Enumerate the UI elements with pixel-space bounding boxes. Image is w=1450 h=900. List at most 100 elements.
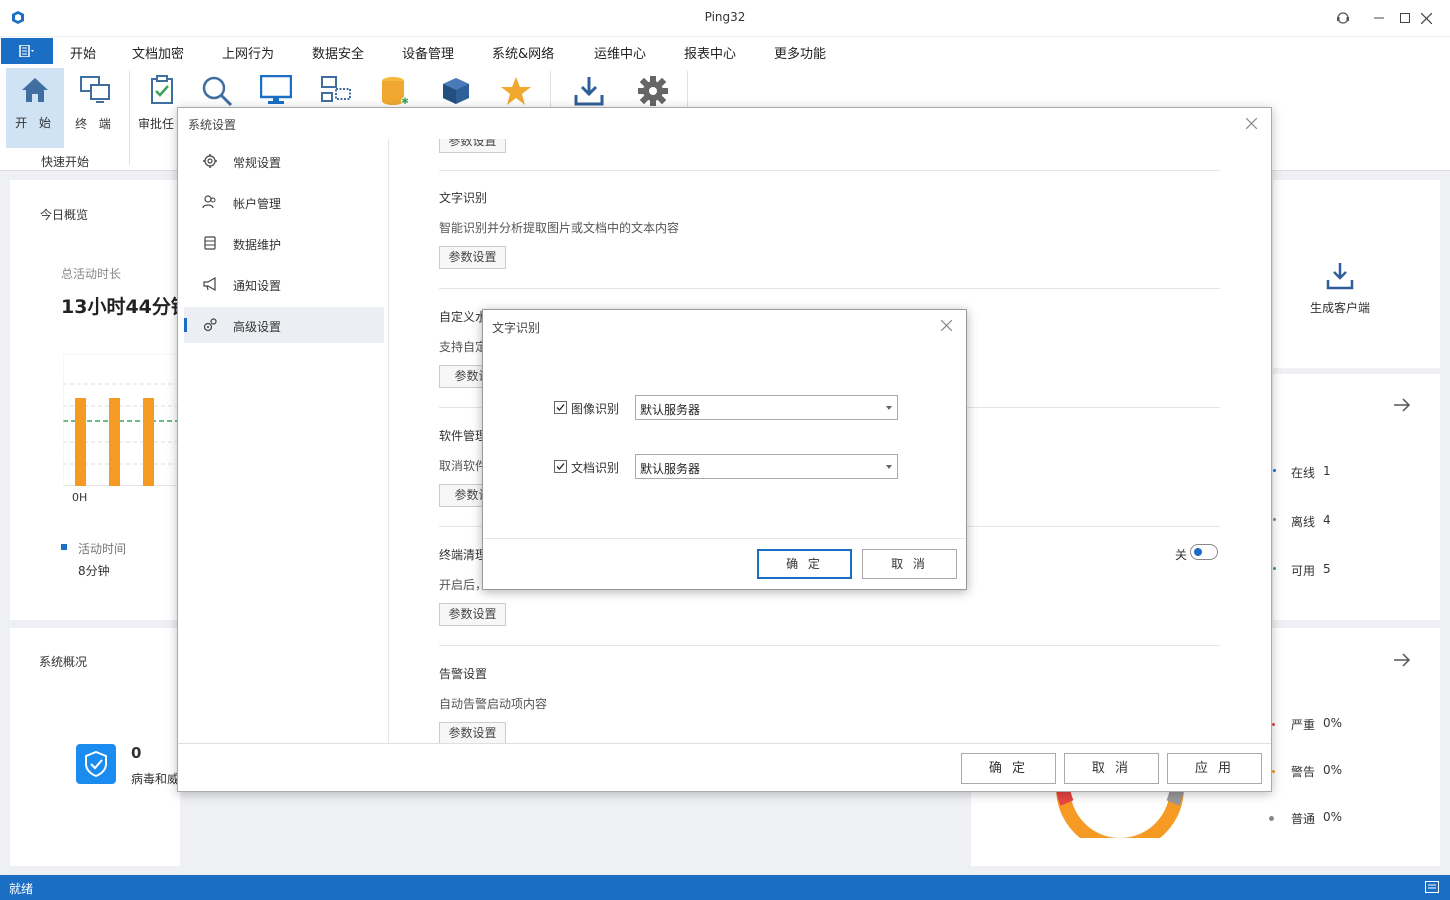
custom-watermark-title: 自定义水 — [439, 310, 488, 324]
offline-label: 离线 — [1291, 515, 1316, 529]
support-icon[interactable] — [1333, 8, 1353, 28]
ok-button[interactable]: 确 定 — [961, 753, 1056, 784]
legend-active-label: 活动时间 — [78, 542, 127, 556]
close-button[interactable] — [1416, 8, 1436, 28]
svg-text:✱: ✱ — [401, 97, 409, 107]
sidebar-item-advanced[interactable]: 高级设置 — [184, 307, 384, 343]
maximize-button[interactable] — [1395, 8, 1415, 28]
param-settings-button[interactable]: 参数设置 — [439, 139, 506, 153]
cleanup-toggle-label: 关 — [1175, 548, 1188, 562]
ocr-dialog-divider — [483, 538, 966, 539]
sidebar-item-label: 数据维护 — [233, 238, 282, 252]
menu-more[interactable]: 更多功能 — [774, 43, 826, 62]
total-active-value: 13小时44分钟 — [61, 296, 180, 318]
cube-icon — [443, 78, 469, 104]
menu-doc-encrypt[interactable]: 文档加密 — [132, 43, 184, 62]
dialog-footer: 确 定 取 消 应 用 — [178, 743, 1271, 791]
software-mgmt-title: 软件管理 — [439, 429, 488, 443]
today-overview-title: 今日概览 — [40, 208, 89, 222]
sidebar-item-notifications[interactable]: 通知设置 — [184, 266, 384, 302]
terminal-cleanup-title: 终端清理 — [439, 548, 488, 562]
settings-sidebar: 常规设置 帐户管理 数据维护 通知设置 高级设置 — [178, 139, 389, 743]
file-menu-button[interactable] — [1, 38, 53, 64]
menu-web-behavior[interactable]: 上网行为 — [222, 43, 274, 62]
virus-count: 0 — [131, 744, 142, 762]
menu-start[interactable]: 开始 — [70, 43, 97, 67]
notification-icon[interactable] — [1425, 881, 1439, 893]
terminal-button[interactable]: 终 端 — [65, 69, 125, 147]
ribbon-separator — [129, 71, 130, 165]
ocr-dialog-close-button[interactable] — [940, 316, 953, 335]
window-title: Ping32 — [704, 10, 746, 24]
warning-dot — [1272, 770, 1275, 773]
gear-icon — [638, 76, 668, 106]
image-recognition-checkbox[interactable] — [554, 401, 567, 414]
sidebar-item-label: 通知设置 — [233, 279, 282, 293]
sidebar-item-general[interactable]: 常规设置 — [184, 143, 384, 179]
status-text: 就绪 — [9, 882, 34, 896]
database-icon: ✱ — [382, 77, 409, 107]
sidebar-item-data-maintenance[interactable]: 数据维护 — [184, 225, 384, 261]
terminal-icon — [80, 76, 110, 103]
online-label: 在线 — [1291, 466, 1316, 480]
chevron-down-icon — [886, 406, 892, 410]
menu-ops-center[interactable]: 运维中心 — [594, 43, 646, 62]
doc-server-value: 默认服务器 — [640, 462, 701, 476]
terminal-label: 终 端 — [75, 117, 115, 131]
users-icon — [202, 195, 216, 209]
ocr-section-title: 文字识别 — [439, 191, 488, 205]
gear-icon — [203, 154, 217, 168]
severe-pct: 0% — [1323, 716, 1343, 730]
sidebar-item-label: 高级设置 — [233, 320, 282, 334]
ribbon-group-label: 快速开始 — [40, 155, 89, 169]
ocr-ok-button[interactable]: 确 定 — [757, 549, 852, 579]
sidebar-item-accounts[interactable]: 帐户管理 — [184, 184, 384, 220]
minimize-button[interactable] — [1369, 8, 1389, 28]
arrow-right-icon[interactable] — [1393, 397, 1411, 413]
home-icon — [22, 78, 48, 102]
megaphone-icon — [203, 276, 216, 292]
menu-system-network[interactable]: 系统&网络 — [492, 43, 554, 62]
ocr-cancel-button[interactable]: 取 消 — [862, 549, 957, 579]
image-server-value: 默认服务器 — [640, 403, 701, 417]
offline-count: 4 — [1323, 513, 1331, 527]
download-icon[interactable] — [1325, 261, 1355, 291]
software-mgmt-desc: 取消软件 — [439, 459, 488, 473]
section-divider — [439, 645, 1220, 646]
image-recognition-label: 图像识别 — [571, 402, 620, 416]
alarm-param-button[interactable]: 参数设置 — [439, 722, 506, 743]
available-dot — [1273, 567, 1276, 570]
chevron-down-icon — [886, 465, 892, 469]
menu-device-mgmt[interactable]: 设备管理 — [402, 43, 454, 62]
chart-x-label: 0H — [72, 491, 88, 504]
terminal-cleanup-desc: 开启后， — [439, 578, 488, 592]
doc-server-select[interactable]: 默认服务器 — [635, 454, 898, 479]
shield-icon — [76, 744, 116, 784]
toggle-knob — [1194, 548, 1202, 556]
checkmark-icon — [556, 463, 565, 470]
section-divider — [439, 288, 1220, 289]
image-server-select[interactable]: 默认服务器 — [635, 395, 898, 420]
ocr-param-button[interactable]: 参数设置 — [439, 246, 506, 269]
doc-recognition-checkbox[interactable] — [554, 460, 567, 473]
arrow-right-icon[interactable] — [1393, 652, 1411, 668]
dialog-close-button[interactable] — [1245, 114, 1258, 133]
cleanup-param-button[interactable]: 参数设置 — [439, 603, 506, 626]
home-button[interactable]: 开 始 — [6, 68, 64, 148]
status-bar: 就绪 — [0, 875, 1450, 900]
doc-recognition-label: 文档识别 — [571, 461, 620, 475]
menu-data-security[interactable]: 数据安全 — [312, 43, 364, 62]
menu-report-center[interactable]: 报表中心 — [684, 43, 736, 62]
cancel-button[interactable]: 取 消 — [1064, 753, 1159, 784]
clipboard-check-icon — [151, 75, 173, 104]
warning-pct: 0% — [1323, 763, 1343, 777]
apply-button[interactable]: 应 用 — [1167, 753, 1262, 784]
normal-dot — [1269, 816, 1274, 821]
system-overview-card: 系统概况 0 病毒和威 — [10, 628, 180, 866]
ocr-dialog: 文字识别 图像识别 默认服务器 文档识别 默认服务器 确 定 取 消 — [482, 309, 967, 590]
legend-active-value: 8分钟 — [78, 564, 110, 578]
cleanup-toggle[interactable] — [1190, 544, 1218, 560]
ocr-dialog-title: 文字识别 — [492, 321, 541, 335]
multi-screen-icon — [321, 76, 351, 102]
generate-client-label[interactable]: 生成客户端 — [1310, 299, 1370, 316]
